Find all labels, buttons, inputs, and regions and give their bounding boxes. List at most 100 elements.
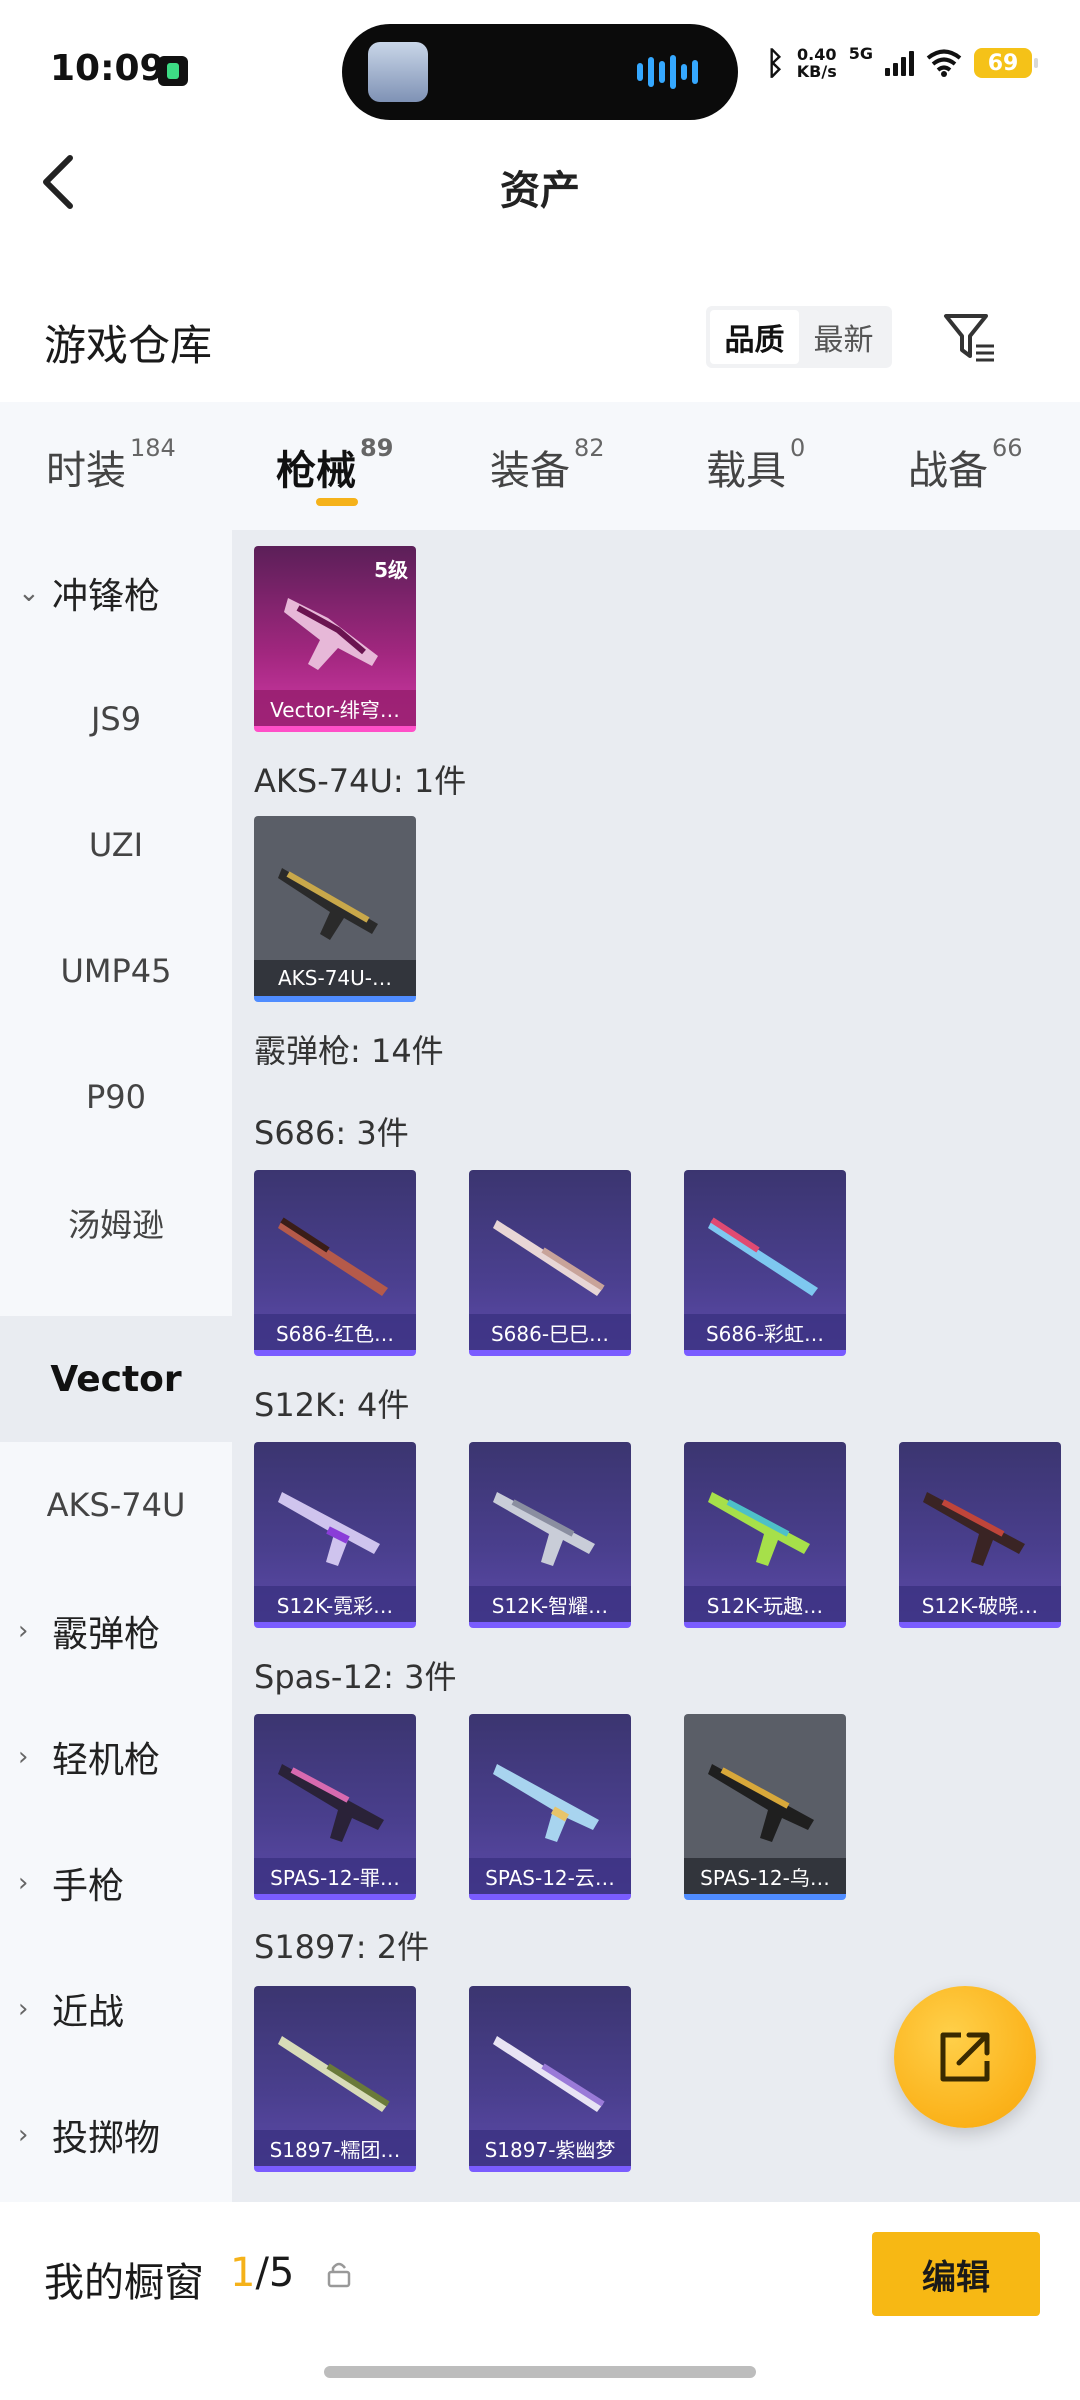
item-card[interactable]: SPAS-12-云…: [469, 1714, 631, 1900]
chevron-right-icon: ›: [18, 2120, 29, 2150]
item-card[interactable]: S12K-破晓…: [899, 1442, 1061, 1628]
sidebar-item-js9[interactable]: JS9: [0, 656, 232, 782]
sidebar-item-label: 近战: [52, 1992, 125, 2033]
showcase-count-current: 1: [230, 2250, 256, 2296]
tab-label: 枪械: [276, 448, 356, 494]
group-label: S686: 3件: [254, 1114, 409, 1152]
group-label: Spas-12: 3件: [254, 1658, 457, 1696]
sidebar-group-smg[interactable]: ⌄ 冲锋枪: [0, 530, 232, 656]
weapon-image: [278, 1764, 384, 1842]
sidebar-item-vector[interactable]: Vector: [0, 1316, 232, 1442]
sidebar-group-lmg[interactable]: › 轻机枪: [0, 1694, 232, 1820]
item-name: SPAS-12-罪…: [254, 1858, 416, 1894]
tab-count: 184: [130, 434, 176, 462]
tab-vehicles[interactable]: 载具 0: [706, 434, 805, 496]
showcase-bar: 我的橱窗 1/5 编辑: [0, 2202, 1080, 2400]
sidebar-item-aks74u[interactable]: AKS-74U: [0, 1442, 232, 1568]
item-name: S12K-破晓…: [899, 1586, 1061, 1622]
item-name: S12K-智耀…: [469, 1586, 631, 1622]
sidebar-item-label: 手枪: [52, 1866, 125, 1907]
item-name: SPAS-12-云…: [469, 1858, 631, 1894]
item-name: S1897-糯团…: [254, 2130, 416, 2166]
sidebar-item-label: 轻机枪: [52, 1740, 161, 1781]
tab-equipment[interactable]: 装备 82: [490, 434, 605, 496]
item-name: SPAS-12-乌…: [684, 1858, 846, 1894]
item-card[interactable]: S12K-霓彩…: [254, 1442, 416, 1628]
dynamic-island[interactable]: [342, 24, 738, 120]
sidebar-group-throwable[interactable]: › 投掷物: [0, 2072, 232, 2198]
network-speed: 0.40 KB/s: [797, 46, 837, 80]
active-tab-indicator: [316, 498, 358, 506]
item-name: S1897-紫幽梦: [469, 2130, 631, 2166]
sidebar-item-ump45[interactable]: UMP45: [0, 908, 232, 1034]
status-time: 10:09: [50, 48, 165, 89]
item-card[interactable]: S12K-智耀…: [469, 1442, 631, 1628]
speed-value: 0.40: [797, 45, 837, 64]
item-name: AKS-74U-…: [254, 960, 416, 996]
item-card[interactable]: 5级 Vector-绯穹…: [254, 546, 416, 732]
sidebar-item-label: 投掷物: [52, 2118, 161, 2159]
sidebar-item-thompson[interactable]: 汤姆逊: [0, 1160, 232, 1286]
sort-toggle: 品质 最新: [706, 306, 892, 368]
chevron-right-icon: ›: [18, 1616, 29, 1646]
weapon-image: [278, 868, 378, 940]
tab-firearms[interactable]: 枪械 89: [276, 434, 393, 496]
sidebar-group-melee[interactable]: › 近战: [0, 1946, 232, 2072]
item-card[interactable]: S1897-紫幽梦: [469, 1986, 631, 2172]
weapon-image: [278, 2036, 390, 2112]
edit-button[interactable]: 编辑: [872, 2232, 1040, 2316]
weapon-image: [493, 1220, 605, 1296]
weapon-image: [278, 1492, 380, 1566]
item-card[interactable]: S686-巳巳…: [469, 1170, 631, 1356]
tab-count: 82: [574, 434, 605, 462]
item-card[interactable]: S12K-玩趣…: [684, 1442, 846, 1628]
item-card[interactable]: AKS-74U-…: [254, 816, 416, 1002]
group-label: S1897: 2件: [254, 1928, 430, 1966]
sort-option-newest[interactable]: 最新: [799, 310, 888, 364]
page-title: 资产: [500, 168, 580, 214]
item-name: S12K-玩趣…: [684, 1586, 846, 1622]
group-label: 霰弹枪: 14件: [254, 1032, 444, 1070]
chevron-right-icon: ›: [18, 1742, 29, 1772]
sidebar-group-shotgun[interactable]: › 霰弹枪: [0, 1568, 232, 1694]
tab-label: 时装: [46, 448, 126, 494]
audio-wave-icon: [637, 54, 698, 90]
tab-count: 66: [992, 434, 1023, 462]
sidebar-group-pistol[interactable]: › 手枪: [0, 1820, 232, 1946]
tab-count: 89: [360, 434, 394, 462]
share-button[interactable]: [894, 1986, 1036, 2128]
signal-icon: [885, 50, 914, 76]
item-card[interactable]: SPAS-12-罪…: [254, 1714, 416, 1900]
item-card[interactable]: S1897-糯团…: [254, 1986, 416, 2172]
showcase-label: 我的橱窗: [44, 2260, 204, 2306]
weapon-image: [708, 1217, 818, 1296]
category-tabs: 时装 184 枪械 89 装备 82 载具 0 战备 66: [0, 402, 1080, 530]
status-icons: ᛒ 0.40 KB/s 5G 69: [766, 44, 1038, 82]
tab-supplies[interactable]: 战备 66: [908, 434, 1023, 496]
filter-icon: [944, 314, 994, 362]
sort-option-quality[interactable]: 品质: [710, 310, 799, 364]
weapon-image: [284, 598, 378, 670]
sidebar-item-uzi[interactable]: UZI: [0, 782, 232, 908]
item-name: S686-红色…: [254, 1314, 416, 1350]
tab-count: 0: [790, 434, 806, 462]
item-name: S686-彩虹…: [684, 1314, 846, 1350]
item-card[interactable]: S686-红色…: [254, 1170, 416, 1356]
group-label: S12K: 4件: [254, 1386, 410, 1424]
item-name: S686-巳巳…: [469, 1314, 631, 1350]
filter-button[interactable]: [940, 310, 1000, 366]
tab-label: 战备: [908, 448, 988, 494]
battery-icon: 69: [974, 48, 1038, 78]
weapon-image: [493, 2036, 605, 2112]
sidebar-item-label: 霰弹枪: [52, 1614, 161, 1655]
tab-fashion[interactable]: 时装 184: [46, 434, 176, 496]
sidebar-item-p90[interactable]: P90: [0, 1034, 232, 1160]
weapon-image: [493, 1764, 599, 1842]
weapon-image: [708, 1764, 814, 1842]
weapon-image: [923, 1492, 1025, 1566]
wifi-icon: [926, 49, 962, 77]
item-grid: 5级 Vector-绯穹… AKS-74U: 1件 AKS-74U-… 霰弹枪:…: [232, 530, 1080, 2202]
item-card[interactable]: S686-彩虹…: [684, 1170, 846, 1356]
home-indicator[interactable]: [324, 2366, 756, 2378]
item-card[interactable]: SPAS-12-乌…: [684, 1714, 846, 1900]
